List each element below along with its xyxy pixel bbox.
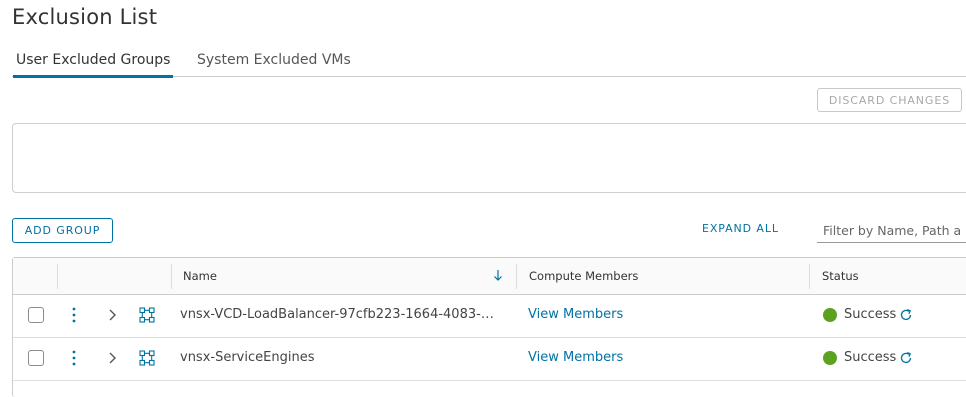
column-header-name[interactable]: Name: [183, 269, 217, 283]
group-name: vnsx-ServiceEngines: [180, 350, 315, 365]
group-icon: [139, 307, 155, 323]
page-title: Exclusion List: [12, 5, 158, 29]
kebab-menu-icon[interactable]: [71, 349, 77, 367]
filter-input[interactable]: [817, 219, 966, 243]
exclusion-grid: Name Compute Members Status vnsx-VCD-Loa…: [12, 257, 966, 397]
status-text: Success: [844, 307, 897, 322]
sort-down-icon[interactable]: [493, 269, 503, 282]
kebab-menu-icon[interactable]: [71, 306, 77, 324]
expand-all-button[interactable]: EXPAND ALL: [702, 222, 779, 235]
view-members-link[interactable]: View Members: [528, 350, 623, 365]
table-row: vnsx-ServiceEngines View Members Success: [13, 338, 966, 381]
group-name: vnsx-VCD-LoadBalancer-97cfb223-1664-4083…: [180, 307, 498, 322]
description-box: [12, 123, 966, 193]
column-separator: [171, 264, 172, 289]
tab-user-excluded-groups[interactable]: User Excluded Groups: [12, 52, 174, 78]
row-checkbox[interactable]: [28, 307, 44, 323]
success-status-icon: [823, 308, 837, 322]
chevron-right-icon[interactable]: [106, 351, 118, 365]
refresh-icon[interactable]: [899, 308, 913, 322]
success-status-icon: [823, 351, 837, 365]
tab-system-excluded-vms[interactable]: System Excluded VMs: [197, 52, 351, 77]
column-separator: [57, 264, 58, 289]
refresh-icon[interactable]: [899, 351, 913, 365]
tab-bar: User Excluded Groups System Excluded VMs: [12, 44, 966, 78]
column-header-compute-members[interactable]: Compute Members: [529, 269, 638, 283]
column-header-status[interactable]: Status: [822, 269, 859, 283]
add-group-button[interactable]: ADD GROUP: [12, 218, 113, 243]
view-members-link[interactable]: View Members: [528, 307, 623, 322]
grid-header: Name Compute Members Status: [13, 258, 966, 295]
row-checkbox[interactable]: [28, 350, 44, 366]
status-text: Success: [844, 350, 897, 365]
group-icon: [139, 350, 155, 366]
table-row: vnsx-VCD-LoadBalancer-97cfb223-1664-4083…: [13, 295, 966, 338]
discard-changes-button[interactable]: DISCARD CHANGES: [817, 88, 962, 112]
chevron-right-icon[interactable]: [106, 308, 118, 322]
column-separator: [809, 264, 810, 289]
column-separator: [516, 264, 517, 289]
